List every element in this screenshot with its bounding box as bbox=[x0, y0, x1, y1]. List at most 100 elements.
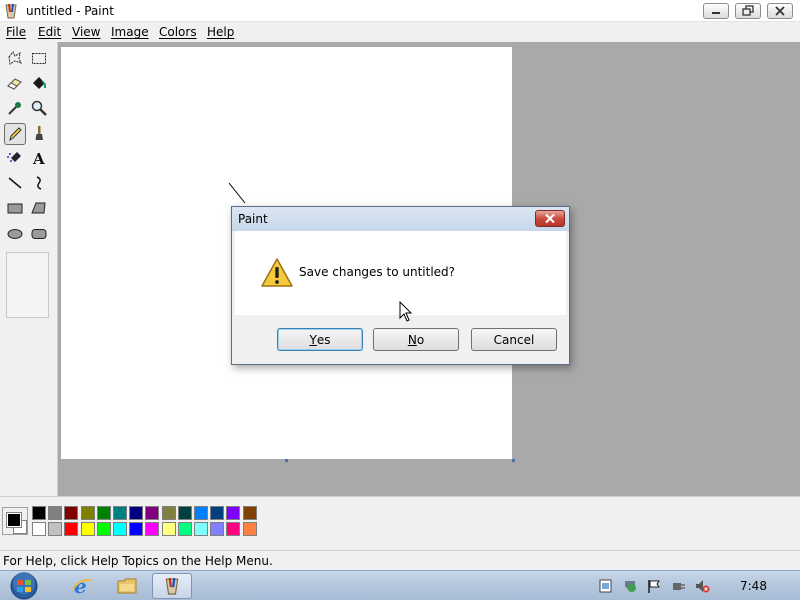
rectangle-tool[interactable] bbox=[4, 197, 26, 219]
internet-explorer-button[interactable]: e bbox=[62, 573, 102, 599]
color-palette bbox=[0, 496, 800, 544]
menu-edit[interactable]: Edit bbox=[38, 25, 61, 39]
dialog-close-button[interactable] bbox=[535, 210, 565, 227]
rectangle-icon bbox=[7, 203, 23, 214]
windows-explorer-icon bbox=[117, 578, 137, 594]
status-text: For Help, click Help Topics on the Help … bbox=[3, 554, 273, 568]
network-icon[interactable] bbox=[622, 578, 638, 594]
palette-swatch[interactable] bbox=[194, 522, 208, 536]
palette-swatch[interactable] bbox=[48, 506, 63, 520]
dialog-title: Paint bbox=[238, 212, 268, 226]
select-icon bbox=[32, 53, 46, 64]
eraser-tool[interactable] bbox=[4, 72, 26, 94]
resize-handle-corner[interactable] bbox=[512, 459, 515, 462]
pencil-tool[interactable] bbox=[4, 123, 26, 145]
text-tool[interactable]: A bbox=[28, 147, 50, 169]
palette-swatch[interactable] bbox=[226, 522, 241, 536]
palette-swatch[interactable] bbox=[177, 506, 192, 520]
palette-swatch[interactable] bbox=[145, 522, 160, 536]
palette-swatch[interactable] bbox=[32, 506, 46, 520]
palette-swatch[interactable] bbox=[226, 506, 241, 520]
palette-swatch[interactable] bbox=[113, 506, 127, 520]
menu-colors[interactable]: Colors bbox=[159, 25, 197, 39]
minimize-button[interactable] bbox=[703, 3, 729, 19]
fill-tool[interactable] bbox=[28, 72, 50, 94]
action-center-icon[interactable] bbox=[598, 578, 614, 594]
ellipse-tool[interactable] bbox=[4, 223, 26, 245]
mouse-cursor-icon bbox=[399, 301, 413, 322]
flag-icon[interactable] bbox=[646, 578, 662, 594]
taskbar: e 7:48 bbox=[0, 570, 800, 600]
palette-swatch[interactable] bbox=[129, 506, 144, 520]
title-bar: untitled - Paint bbox=[0, 0, 800, 22]
menu-file[interactable]: File bbox=[6, 25, 26, 39]
notification-area bbox=[590, 571, 800, 600]
cancel-button[interactable]: Cancel bbox=[471, 328, 557, 351]
palette-swatch[interactable] bbox=[80, 522, 95, 536]
text-icon: A bbox=[32, 150, 45, 167]
save-changes-dialog: Paint Save changes to untitled? Yes No C… bbox=[231, 206, 570, 365]
brush-tool[interactable] bbox=[28, 122, 50, 144]
close-icon bbox=[775, 6, 785, 16]
airbrush-tool[interactable] bbox=[4, 147, 26, 169]
palette-swatch[interactable] bbox=[32, 522, 46, 536]
palette-swatch[interactable] bbox=[161, 522, 176, 536]
status-bar: For Help, click Help Topics on the Help … bbox=[0, 550, 800, 570]
current-colors[interactable] bbox=[2, 507, 28, 535]
svg-text:A: A bbox=[32, 150, 45, 167]
pick-color-icon bbox=[8, 102, 21, 115]
start-button[interactable] bbox=[6, 572, 42, 600]
menu-help[interactable]: Help bbox=[207, 25, 234, 39]
tool-options-box[interactable] bbox=[6, 252, 49, 318]
palette-swatch[interactable] bbox=[48, 522, 63, 536]
minimize-icon bbox=[712, 12, 720, 14]
curve-tool[interactable] bbox=[28, 172, 50, 194]
internet-explorer-icon: e bbox=[72, 575, 93, 597]
palette-swatch[interactable] bbox=[96, 506, 111, 520]
yes-button[interactable]: Yes bbox=[277, 328, 363, 351]
restore-button[interactable] bbox=[735, 3, 761, 19]
clock[interactable]: 7:48 bbox=[740, 579, 767, 593]
palette-swatch[interactable] bbox=[210, 522, 225, 536]
palette-swatch[interactable] bbox=[64, 522, 79, 536]
select-tool[interactable] bbox=[28, 47, 50, 69]
menu-view[interactable]: View bbox=[72, 25, 100, 39]
paint-taskbar-button[interactable] bbox=[152, 573, 192, 599]
palette-swatch[interactable] bbox=[242, 506, 257, 520]
pick-color-tool[interactable] bbox=[4, 97, 26, 119]
line-tool[interactable] bbox=[4, 172, 26, 194]
palette-swatch[interactable] bbox=[161, 506, 176, 520]
paint-app-icon[interactable] bbox=[4, 3, 18, 19]
windows-explorer-button[interactable] bbox=[107, 573, 147, 599]
pencil-icon bbox=[9, 127, 22, 142]
dialog-body: Save changes to untitled? bbox=[235, 231, 566, 322]
palette-swatch[interactable] bbox=[64, 506, 79, 520]
free-form-select-tool[interactable] bbox=[4, 47, 26, 69]
volume-muted-icon[interactable] bbox=[694, 578, 710, 594]
palette-swatch[interactable] bbox=[194, 506, 208, 520]
palette-swatch[interactable] bbox=[145, 506, 160, 520]
palette-swatch[interactable] bbox=[129, 522, 144, 536]
power-icon[interactable] bbox=[670, 578, 686, 594]
rounded-rectangle-tool[interactable] bbox=[28, 223, 50, 245]
close-button[interactable] bbox=[767, 3, 793, 19]
palette-swatch[interactable] bbox=[177, 522, 192, 536]
palette-swatch[interactable] bbox=[210, 506, 225, 520]
brush-icon bbox=[35, 126, 43, 140]
paint-app-icon bbox=[165, 577, 179, 595]
polygon-tool[interactable] bbox=[28, 197, 50, 219]
palette-swatch[interactable] bbox=[80, 506, 95, 520]
free-form-select-icon bbox=[8, 51, 22, 65]
eraser-icon bbox=[7, 78, 22, 90]
dialog-title-bar: Paint bbox=[232, 207, 569, 231]
no-button[interactable]: No bbox=[373, 328, 459, 351]
magnifier-tool[interactable] bbox=[28, 97, 50, 119]
magnifier-icon bbox=[31, 100, 47, 116]
palette-swatch[interactable] bbox=[242, 522, 257, 536]
resize-handle-bottom[interactable] bbox=[285, 459, 288, 462]
palette-swatch[interactable] bbox=[96, 522, 111, 536]
line-icon bbox=[8, 177, 22, 189]
menu-image[interactable]: Image bbox=[111, 25, 149, 39]
palette-swatch[interactable] bbox=[113, 522, 127, 536]
foreground-color[interactable] bbox=[6, 512, 22, 528]
